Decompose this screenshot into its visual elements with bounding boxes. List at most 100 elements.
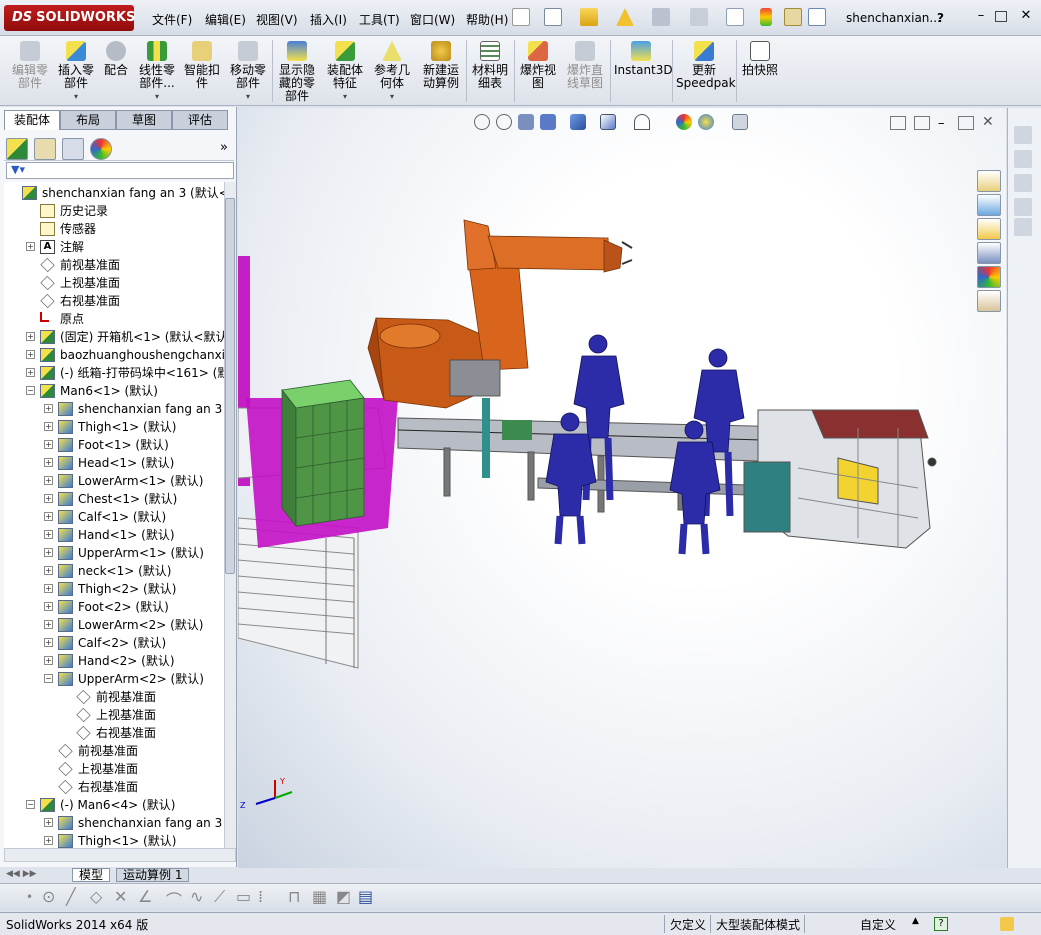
tree-horizontal-scrollbar[interactable] <box>4 848 236 862</box>
hatch-icon[interactable]: ▦ <box>312 887 327 906</box>
tab-evaluate[interactable]: 评估 <box>172 110 228 130</box>
menu-help[interactable]: 帮助(H) <box>466 11 508 28</box>
expand-icon[interactable]: + <box>44 602 53 611</box>
tree-item[interactable]: − Man6<1> (默认) <box>4 382 224 400</box>
assembly-features-button[interactable]: 装配体特征 ▾ <box>324 41 366 101</box>
solidworks-logo[interactable]: DS SOLIDWORKS <box>4 5 135 31</box>
task-pane-icon-4[interactable] <box>1014 198 1032 216</box>
expand-panel-icon[interactable]: » <box>220 140 228 155</box>
tree-item[interactable]: + LowerArm<1> (默认) <box>4 472 224 490</box>
reference-geometry-button[interactable]: 参考几何体 ▾ <box>372 41 412 101</box>
tree-item[interactable]: shenchanxian fang an 3 (默认<默认_显 <box>4 184 224 202</box>
expand-icon[interactable]: + <box>26 350 35 359</box>
tab-scroll-arrows[interactable]: ◀◀ ▶▶ <box>6 869 37 879</box>
section-view-icon[interactable] <box>540 114 556 130</box>
expand-icon[interactable]: + <box>26 332 35 341</box>
expand-icon[interactable]: + <box>44 836 53 845</box>
instant3d-button[interactable]: Instant3D <box>614 41 673 101</box>
tab-assembly[interactable]: 装配体 <box>4 110 60 130</box>
tree-item[interactable]: 右视基准面 <box>4 778 224 796</box>
expand-icon[interactable]: + <box>44 458 53 467</box>
tree-item[interactable]: + UpperArm<1> (默认) <box>4 544 224 562</box>
grid-icon[interactable]: ⁞ <box>258 887 263 906</box>
options-icon[interactable] <box>808 8 826 26</box>
select-cursor-icon[interactable] <box>726 8 744 26</box>
view-orientation-icon[interactable] <box>570 114 586 130</box>
menu-tools[interactable]: 工具(T) <box>359 11 400 28</box>
units-dropdown-icon[interactable]: ▲ <box>912 916 919 926</box>
menu-edit[interactable]: 编辑(E) <box>205 11 246 28</box>
exploded-view-button[interactable]: 爆炸视图 <box>518 41 558 101</box>
circle-icon[interactable]: ⊙ <box>42 887 55 906</box>
update-speedpak-button[interactable]: 更新Speedpak <box>676 41 736 101</box>
tab-layout[interactable]: 布局 <box>60 110 116 130</box>
tab-motion-study[interactable]: 运动算例 1 <box>116 868 190 882</box>
tree-item[interactable]: + Foot<2> (默认) <box>4 598 224 616</box>
display-style-icon[interactable] <box>600 114 616 130</box>
take-snapshot-button[interactable]: 拍快照 <box>740 41 780 101</box>
menu-file[interactable]: 文件(F) <box>152 11 192 28</box>
move-component-button[interactable]: 移动零部件 ▾ <box>228 41 268 101</box>
centerline-icon[interactable]: ╱ <box>66 887 76 906</box>
view-palette-icon[interactable] <box>977 242 1001 264</box>
tree-item[interactable]: + (-) 纸箱-打带码垛中<161> (默认) <box>4 364 224 382</box>
tree-item[interactable]: + baozhuanghoushengchanxian<1> (默 <box>4 346 224 364</box>
minimize-icon[interactable]: – <box>973 8 989 24</box>
tree-item[interactable]: 上视基准面 <box>4 706 224 724</box>
expand-icon[interactable]: + <box>44 548 53 557</box>
rectangle-icon[interactable]: ▭ <box>236 887 251 906</box>
tree-item[interactable]: + Foot<1> (默认) <box>4 436 224 454</box>
menu-view[interactable]: 视图(V) <box>256 11 298 28</box>
collapse-icon[interactable]: − <box>26 800 35 809</box>
appearances-icon[interactable] <box>977 266 1001 288</box>
undo-icon[interactable] <box>690 8 708 26</box>
tree-item[interactable]: + Calf<1> (默认) <box>4 508 224 526</box>
hide-show-items-icon[interactable] <box>634 114 650 130</box>
show-hidden-components-button[interactable]: 显示隐藏的零部件 <box>276 41 318 103</box>
new-document-icon[interactable] <box>544 8 562 26</box>
tree-item[interactable]: 前视基准面 <box>4 256 224 274</box>
tree-item[interactable]: + Chest<1> (默认) <box>4 490 224 508</box>
dimension-icon[interactable]: ⊓ <box>288 887 300 906</box>
apply-scene-icon[interactable] <box>698 114 714 130</box>
previous-view-icon[interactable] <box>518 114 534 130</box>
tree-item[interactable]: + (固定) 开箱机<1> (默认<默认_显: <box>4 328 224 346</box>
expand-icon[interactable]: + <box>44 818 53 827</box>
tree-item[interactable]: 上视基准面 <box>4 760 224 778</box>
rebuild-icon[interactable] <box>760 8 772 26</box>
expand-icon[interactable]: + <box>44 404 53 413</box>
property-manager-icon[interactable] <box>34 138 56 160</box>
configuration-manager-icon[interactable] <box>62 138 84 160</box>
edit-appearance-icon[interactable] <box>676 114 692 130</box>
collapse-icon[interactable]: − <box>44 674 53 683</box>
smart-fastener-button[interactable]: 智能扣件 <box>182 41 222 101</box>
mirror-icon[interactable]: ⟋ <box>214 887 225 907</box>
close-icon[interactable]: ✕ <box>1018 8 1034 24</box>
tree-item[interactable]: 右视基准面 <box>4 292 224 310</box>
tree-item[interactable]: + Thigh<1> (默认) <box>4 832 224 848</box>
tree-item[interactable]: + Hand<2> (默认) <box>4 652 224 670</box>
restore-icon[interactable] <box>995 11 1007 22</box>
table-icon[interactable]: ▤ <box>358 887 373 906</box>
trim-icon[interactable]: ✕ <box>114 887 127 906</box>
insert-component-button[interactable]: 插入零部件 ▾ <box>56 41 96 101</box>
split-view-icon[interactable] <box>890 116 906 130</box>
tree-item[interactable]: 原点 <box>4 310 224 328</box>
help-icon[interactable]: ? <box>937 11 944 25</box>
expand-icon[interactable]: + <box>44 530 53 539</box>
collapse-icon[interactable]: − <box>26 386 35 395</box>
display-manager-icon[interactable] <box>90 138 112 160</box>
tree-item[interactable]: + neck<1> (默认) <box>4 562 224 580</box>
design-library-icon[interactable] <box>977 194 1001 216</box>
new-motion-study-button[interactable]: 新建运动算例 <box>418 41 464 101</box>
expand-icon[interactable]: + <box>44 566 53 575</box>
viewport-close-icon[interactable]: ✕ <box>982 114 994 130</box>
tree-item[interactable]: + Head<1> (默认) <box>4 454 224 472</box>
view-settings-icon[interactable] <box>732 114 748 130</box>
tree-item[interactable]: 前视基准面 <box>4 688 224 706</box>
explode-line-sketch-button[interactable]: 爆炸直线草图 <box>564 41 606 101</box>
task-pane-icon-2[interactable] <box>1014 150 1032 168</box>
menu-insert[interactable]: 插入(I) <box>310 11 347 28</box>
viewport-restore-icon[interactable] <box>958 116 974 130</box>
edit-component-button[interactable]: 编辑零部件 <box>8 41 52 101</box>
